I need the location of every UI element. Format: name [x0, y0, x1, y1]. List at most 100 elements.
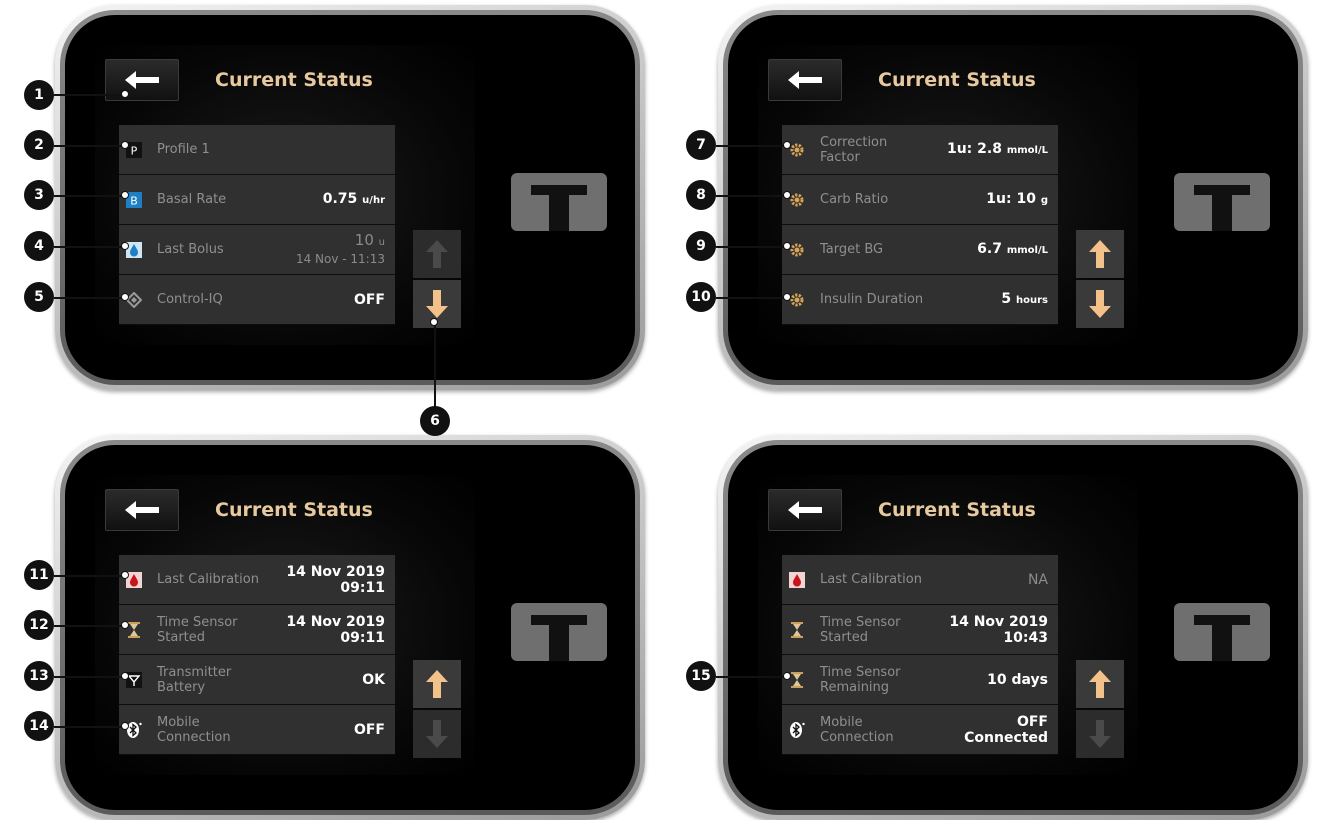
row-label: Time Sensor	[820, 614, 901, 630]
callout-5: 5	[24, 282, 54, 312]
callout-leader	[716, 297, 786, 299]
callout-dot	[121, 571, 129, 579]
callout-dot	[121, 242, 129, 250]
pump-screen: Current Status Correction Factor 1u: 2.8 …	[728, 15, 1298, 380]
row-value: OFF	[353, 291, 385, 308]
callout-12: 12	[24, 610, 54, 640]
callout-leader	[54, 94, 124, 96]
row-target-bg: Target BG 6.7 mmol/L	[782, 225, 1058, 275]
callout-13: 13	[24, 661, 54, 691]
row-value: 10 days	[987, 671, 1048, 688]
row-label-line2: Factor	[820, 149, 860, 165]
arrow-down-icon	[426, 290, 448, 318]
screen-title: Current Status	[215, 69, 373, 91]
callout-dot	[783, 293, 791, 301]
scroll-up-button[interactable]	[1076, 230, 1124, 278]
callout-dot	[783, 242, 791, 250]
status-list: P Profile 1 B Basal Rate 0.75 u/hr Last …	[119, 125, 395, 325]
callout-dot	[783, 191, 791, 199]
callout-3: 3	[24, 180, 54, 210]
row-insulin-duration: Insulin Duration 5 hours	[782, 275, 1058, 325]
pump-screen: Current Status Last Calibration 14 Nov 2…	[65, 445, 635, 810]
screen-title: Current Status	[215, 499, 373, 521]
row-time-sensor-started: Time Sensor Started 14 Nov 2019 09:11	[119, 605, 395, 655]
row-label: Last Calibration	[820, 572, 922, 587]
pump-device-2: Current Status Correction Factor 1u: 2.8 …	[718, 5, 1308, 390]
back-arrow-icon	[788, 501, 822, 519]
row-control-iq: Control-IQ OFF	[119, 275, 395, 325]
callout-11: 11	[24, 560, 54, 590]
row-label: Transmitter	[157, 664, 232, 680]
callout-dot	[121, 90, 129, 98]
gear-icon	[790, 293, 804, 307]
row-label: Time Sensor	[157, 614, 238, 630]
callout-dot	[121, 672, 129, 680]
row-value-secondary: 09:11	[340, 579, 385, 596]
status-list: Correction Factor 1u: 2.8 mmol/L Carb Rat…	[782, 125, 1058, 325]
scroll-up-button[interactable]	[413, 660, 461, 708]
row-label: Last Bolus	[157, 242, 224, 257]
callout-leader	[54, 676, 124, 678]
row-label: Basal Rate	[157, 192, 227, 207]
row-label: Time Sensor	[820, 664, 901, 680]
tandem-logo	[1174, 603, 1270, 661]
gear-icon	[790, 193, 804, 207]
callout-leader	[54, 575, 124, 577]
status-list: Last Calibration 14 Nov 2019 09:11 Time S…	[119, 555, 395, 755]
hourglass-icon	[791, 622, 803, 638]
back-arrow-icon	[125, 501, 159, 519]
callout-10: 10	[686, 282, 716, 312]
row-value: 1u: 10	[986, 190, 1036, 207]
callout-8: 8	[686, 180, 716, 210]
row-mobile-connection: Mobile Connection OFF Connected	[782, 705, 1058, 755]
row-value-secondary: 09:11	[340, 629, 385, 646]
scroll-down-button[interactable]	[1076, 280, 1124, 328]
row-profile: P Profile 1	[119, 125, 395, 175]
row-value: OK	[362, 671, 385, 688]
callout-leader	[54, 625, 124, 627]
row-label-line2: Started	[820, 629, 869, 645]
row-last-calibration: Last Calibration 14 Nov 2019 09:11	[119, 555, 395, 605]
pump-device-3: Current Status Last Calibration 14 Nov 2…	[55, 435, 645, 820]
gear-icon	[790, 243, 804, 257]
back-button[interactable]	[768, 489, 842, 531]
row-label: Last Calibration	[157, 572, 259, 587]
callout-dot	[783, 672, 791, 680]
gear-icon	[790, 143, 804, 157]
callout-dot	[121, 621, 129, 629]
scroll-down-button[interactable]	[1076, 710, 1124, 758]
arrow-down-icon	[426, 720, 448, 748]
row-unit: u/hr	[362, 194, 385, 206]
arrow-up-icon	[426, 240, 448, 268]
row-mobile-connection: Mobile Connection OFF	[119, 705, 395, 755]
row-value-secondary: 14 Nov - 11:13	[295, 252, 385, 266]
scroll-up-button[interactable]	[1076, 660, 1124, 708]
row-label-line2: Connection	[820, 729, 894, 745]
row-last-calibration: Last Calibration NA	[782, 555, 1058, 605]
screen-title: Current Status	[878, 69, 1036, 91]
pump-device-1: Current Status P Profile 1 B Basal Rate …	[55, 5, 645, 390]
callout-4: 4	[24, 231, 54, 261]
back-button[interactable]	[105, 489, 179, 531]
callout-leader	[54, 195, 124, 197]
scroll-down-button[interactable]	[413, 710, 461, 758]
row-value: 1u: 2.8	[946, 140, 1002, 157]
callout-dot	[121, 141, 129, 149]
back-button[interactable]	[768, 59, 842, 101]
row-value: 5	[1001, 290, 1012, 307]
arrow-up-icon	[426, 670, 448, 698]
scroll-up-button[interactable]	[413, 230, 461, 278]
callout-1: 1	[24, 80, 54, 110]
callout-6: 6	[420, 406, 450, 436]
status-list: Last Calibration NA Time Sensor Started 1…	[782, 555, 1058, 755]
callout-2: 2	[24, 130, 54, 160]
callout-leader	[54, 297, 124, 299]
row-value-secondary: Connected	[964, 729, 1048, 746]
callout-dot	[121, 293, 129, 301]
bluetooth-icon	[790, 722, 805, 738]
row-carb-ratio: Carb Ratio 1u: 10 g	[782, 175, 1058, 225]
row-value-secondary: 10:43	[1003, 629, 1048, 646]
row-label-line2: Started	[157, 629, 206, 645]
blood-drop-icon	[789, 572, 805, 588]
row-label: Insulin Duration	[820, 292, 924, 307]
